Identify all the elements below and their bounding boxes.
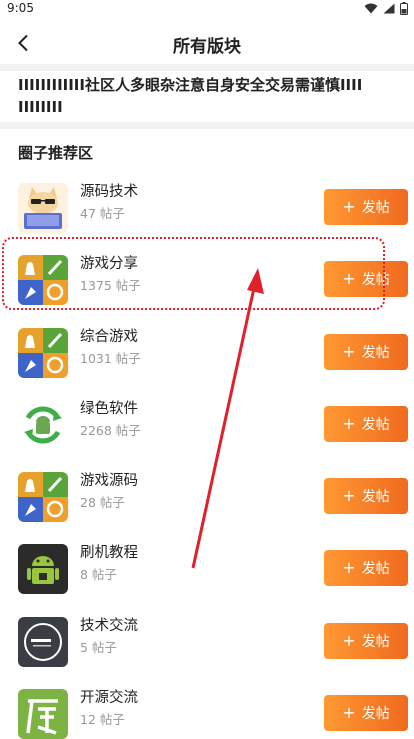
forum-post-count: 28 帖子 [80, 495, 125, 511]
battery-icon [400, 2, 408, 15]
forum-row[interactable]: 技术交流 5 帖子 + 发帖 [0, 602, 414, 674]
forum-row[interactable]: 游戏分享 1375 帖子 + 发帖 [0, 240, 414, 312]
status-bar: 9:05 [0, 0, 414, 18]
forum-post-count: 2268 帖子 [80, 422, 141, 438]
post-button-label: 发帖 [361, 706, 390, 723]
forum-name: 开源交流 [80, 690, 138, 707]
wifi-icon [364, 3, 378, 14]
post-button-label: 发帖 [361, 489, 390, 506]
post-button-label: 发帖 [361, 272, 390, 289]
status-time: 9:05 [7, 1, 34, 15]
post-button-label: 发帖 [361, 561, 390, 578]
plus-icon: + [342, 413, 356, 433]
android-root-icon [18, 544, 68, 595]
post-button[interactable]: + 发帖 [324, 333, 408, 370]
yuan-character-icon [18, 689, 68, 739]
android-recycle-icon [18, 399, 68, 450]
forum-row[interactable]: 源码技术 47 帖子 + 发帖 [0, 168, 414, 240]
divider [0, 64, 414, 71]
post-button[interactable]: + 发帖 [324, 405, 408, 442]
notice-banner: IIIIIIIIIIII社区人多眼杂注意自身安全交易需谨慎IIIIIIIIIII… [18, 76, 363, 116]
plus-icon: + [342, 341, 356, 361]
plus-icon: + [342, 269, 356, 289]
post-button-label: 发帖 [361, 416, 390, 433]
plus-icon: + [342, 630, 356, 650]
post-button-label: 发帖 [361, 200, 390, 216]
plus-icon: + [342, 486, 356, 506]
forum-name: 技术交流 [80, 617, 138, 634]
forum-post-count: 1031 帖子 [80, 350, 141, 366]
page-title: 所有版块 [173, 37, 241, 57]
signal-icon [383, 3, 395, 14]
forum-name: 刷机教程 [80, 545, 138, 562]
forum-row[interactable]: 开源交流 12 帖子 + 发帖 [0, 674, 414, 739]
post-button[interactable]: + 发帖 [324, 550, 408, 587]
cat-laptop-icon [18, 183, 68, 233]
forum-list: 源码技术 47 帖子 + 发帖 游戏分享 1375 帖子 + 发帖 综合游戏 1… [0, 168, 414, 739]
app-bar: 所有版块 [0, 22, 414, 64]
post-button[interactable]: + 发帖 [324, 189, 408, 225]
plus-icon: + [342, 197, 356, 216]
forum-name: 游戏源码 [80, 473, 138, 490]
forum-name: 绿色软件 [80, 400, 138, 417]
plus-icon: + [342, 558, 356, 578]
forum-post-count: 1375 帖子 [80, 278, 141, 294]
forum-post-count: 47 帖子 [80, 206, 125, 221]
forum-row[interactable]: 游戏源码 28 帖子 + 发帖 [0, 457, 414, 529]
section-title: 圈子推荐区 [18, 144, 94, 162]
enter-circle-icon [18, 616, 68, 667]
game-tiles-icon [18, 472, 68, 523]
forum-row[interactable]: 综合游戏 1031 帖子 + 发帖 [0, 313, 414, 385]
post-button[interactable]: + 发帖 [324, 261, 408, 298]
forum-row[interactable]: 刷机教程 8 帖子 + 发帖 [0, 529, 414, 601]
forum-post-count: 8 帖子 [80, 567, 117, 583]
post-button-label: 发帖 [361, 633, 390, 650]
forum-post-count: 5 帖子 [80, 639, 117, 655]
post-button[interactable]: + 发帖 [324, 478, 408, 515]
game-tiles-icon [18, 255, 68, 306]
game-tiles-icon [18, 327, 68, 378]
forum-name: 游戏分享 [80, 256, 138, 273]
post-button[interactable]: + 发帖 [324, 695, 408, 732]
post-button-label: 发帖 [361, 344, 390, 361]
forum-name: 综合游戏 [80, 328, 138, 345]
forum-name: 源码技术 [80, 184, 138, 200]
plus-icon: + [342, 703, 356, 723]
divider [0, 122, 414, 129]
forum-post-count: 12 帖子 [80, 712, 125, 728]
status-icons [364, 2, 408, 15]
forum-row[interactable]: 绿色软件 2268 帖子 + 发帖 [0, 385, 414, 457]
post-button[interactable]: + 发帖 [324, 622, 408, 659]
